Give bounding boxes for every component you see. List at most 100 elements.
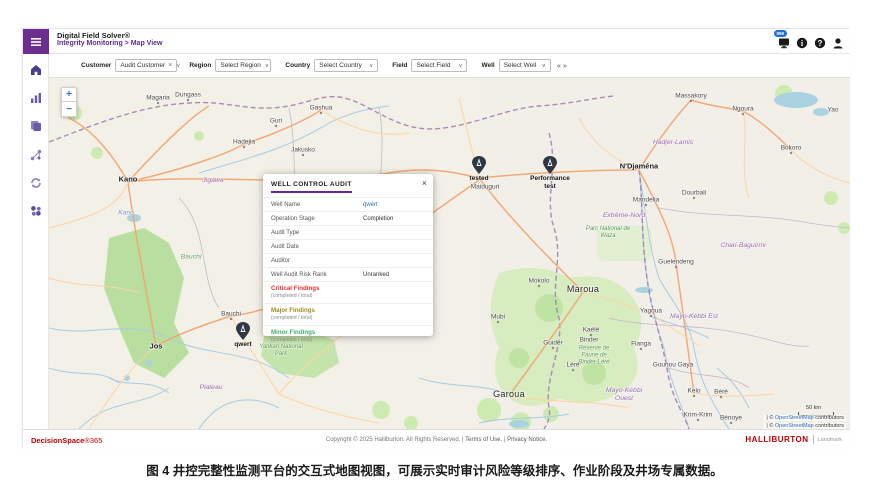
openstreetmap-link[interactable]: OpenStreetMap <box>775 415 814 421</box>
collapse-filters-button[interactable]: «» <box>557 61 569 70</box>
network-icon[interactable] <box>30 149 42 161</box>
well-select[interactable]: Select Well ∨ <box>499 59 551 72</box>
monitor-icon <box>778 37 790 49</box>
sync-icon[interactable] <box>30 177 42 189</box>
attribution-text: contributors <box>814 415 844 421</box>
row-label: Operation Stage <box>271 216 363 222</box>
field-value: Select Field <box>416 62 450 69</box>
popup-row-audit-date: Audit Date <box>263 240 433 254</box>
customer-value: Audit Customer <box>120 62 165 69</box>
well-pin-tested[interactable] <box>472 156 486 174</box>
customer-label: Customer <box>81 62 111 69</box>
chevron-down-icon: ∨ <box>265 63 269 69</box>
map-label: Dungass <box>175 92 201 99</box>
map-label: Gashua <box>310 105 333 112</box>
reports-icon[interactable] <box>30 120 42 132</box>
map-label: Magaria <box>146 95 169 102</box>
chevron-down-icon: ∨ <box>176 63 180 69</box>
map-label: Maiduguri <box>471 184 500 191</box>
hamburger-icon <box>30 36 42 48</box>
map-label: Fianga <box>631 341 651 348</box>
row-label: Auditor <box>271 258 363 264</box>
privacy-notice-link[interactable]: Privacy Notice. <box>507 437 547 443</box>
well-pin-label: tested <box>457 175 501 183</box>
info-button[interactable]: i <box>796 36 808 48</box>
notifications-button[interactable]: 999 <box>778 36 790 48</box>
customer-select[interactable]: Audit Customer × ∨ <box>115 59 177 72</box>
map-label: Léré <box>566 362 579 369</box>
map-label: Binder <box>580 337 599 344</box>
map-label-region: Jigawa <box>187 177 239 185</box>
terms-of-use-link[interactable]: Terms of Use. <box>465 437 502 443</box>
person-icon <box>832 37 844 49</box>
zoom-in-button[interactable]: + <box>61 87 77 102</box>
hamburger-menu-button[interactable] <box>23 29 49 54</box>
well-name-link[interactable]: qwert <box>363 202 378 208</box>
chevron-down-icon: ∨ <box>542 63 546 69</box>
map-label: Guelendeng <box>658 259 693 266</box>
country-value: Select Country <box>319 62 362 69</box>
breadcrumb-page[interactable]: Map View <box>131 40 163 47</box>
findings-sublabel: (completed / total) <box>271 337 363 343</box>
map-base-layer <box>49 78 850 429</box>
map-label-region: Extrême-Nord <box>598 212 650 220</box>
map-label: Massakory <box>675 93 706 100</box>
header-icon-group: 999 i ? <box>778 36 844 48</box>
map-label-state: Bauchi <box>181 254 202 261</box>
app-window: Digital Field Solver® Integrity Monitori… <box>22 28 849 448</box>
row-label: Well Audit Risk Rank <box>271 272 363 278</box>
logo-divider <box>813 435 814 444</box>
breadcrumb-section[interactable]: Integrity Monitoring <box>57 40 123 47</box>
major-findings-label: Major Findings <box>271 307 363 314</box>
map-label-state: Kano <box>118 210 134 217</box>
popup-row-audit-type: Audit Type <box>263 226 433 240</box>
popup-row-operation-stage: Operation Stage Completion <box>263 212 433 226</box>
country-label: Country <box>285 62 310 69</box>
well-pin-label: qwert <box>221 341 265 349</box>
map-label: Guri <box>270 118 282 125</box>
map-label: Krim-Krim <box>684 412 713 419</box>
row-label: Audit Date <box>271 244 363 250</box>
map-label-city: Jos <box>150 342 163 351</box>
map-label-region: Chari-Baguirmi <box>717 242 769 250</box>
footer-copyright: Copyright © 2025 Halliburton. All Rights… <box>23 437 850 443</box>
copyright-text: Copyright © 2025 Halliburton. All Rights… <box>326 437 464 443</box>
map-label-region: Plateau <box>185 384 237 392</box>
analytics-icon[interactable] <box>30 92 42 104</box>
map-label: Dourbali <box>682 190 706 197</box>
scale-label: 50 km <box>806 405 821 411</box>
field-label: Field <box>392 62 407 69</box>
map-label: Kaélé <box>583 327 600 334</box>
page: Digital Field Solver® Integrity Monitori… <box>0 0 869 490</box>
apps-icon[interactable] <box>30 205 42 217</box>
notification-badge: 999 <box>774 30 787 37</box>
openstreetmap-link[interactable]: OpenStreetMap <box>775 423 814 429</box>
breadcrumb: Integrity Monitoring > Map View <box>57 40 163 49</box>
breadcrumb-separator: > <box>125 40 129 47</box>
chevron-down-icon: ∨ <box>458 63 462 69</box>
info-icon: i <box>796 37 808 49</box>
halliburton-logo: HALLIBURTON <box>745 435 808 444</box>
map-label: Hadejia <box>233 139 255 146</box>
user-profile-button[interactable] <box>832 36 844 48</box>
chevron-down-icon: ∨ <box>369 63 373 69</box>
critical-findings-label: Critical Findings <box>271 285 363 292</box>
map-view[interactable]: Magaria Dungass Gashua Guri Hadejia Jaku… <box>49 78 850 429</box>
map-label: Kelo <box>687 388 700 395</box>
field-select[interactable]: Select Field ∨ <box>411 59 467 72</box>
region-select[interactable]: Select Region ∨ <box>215 59 271 72</box>
home-icon[interactable] <box>30 64 42 76</box>
chevron-right-double-icon: » <box>563 61 569 70</box>
zoom-out-button[interactable]: − <box>61 102 77 117</box>
map-label: Bokoro <box>781 145 802 152</box>
well-pin-performance-test[interactable] <box>543 156 557 174</box>
country-select[interactable]: Select Country ∨ <box>314 59 378 72</box>
well-pin-qwert[interactable] <box>236 322 250 340</box>
close-icon[interactable]: × <box>422 179 427 188</box>
help-button[interactable]: ? <box>814 36 826 48</box>
map-label: Mokolo <box>529 278 550 285</box>
customer-clear-icon[interactable]: × <box>168 62 172 69</box>
map-attribution: | © OpenStreetMap contributors <box>764 415 846 421</box>
map-label-city: N'Djaména <box>620 162 658 171</box>
figure-caption: 图 4 井控完整性监测平台的交互式地图视图，可展示实时审计风险等级排序、作业阶段… <box>0 460 869 479</box>
